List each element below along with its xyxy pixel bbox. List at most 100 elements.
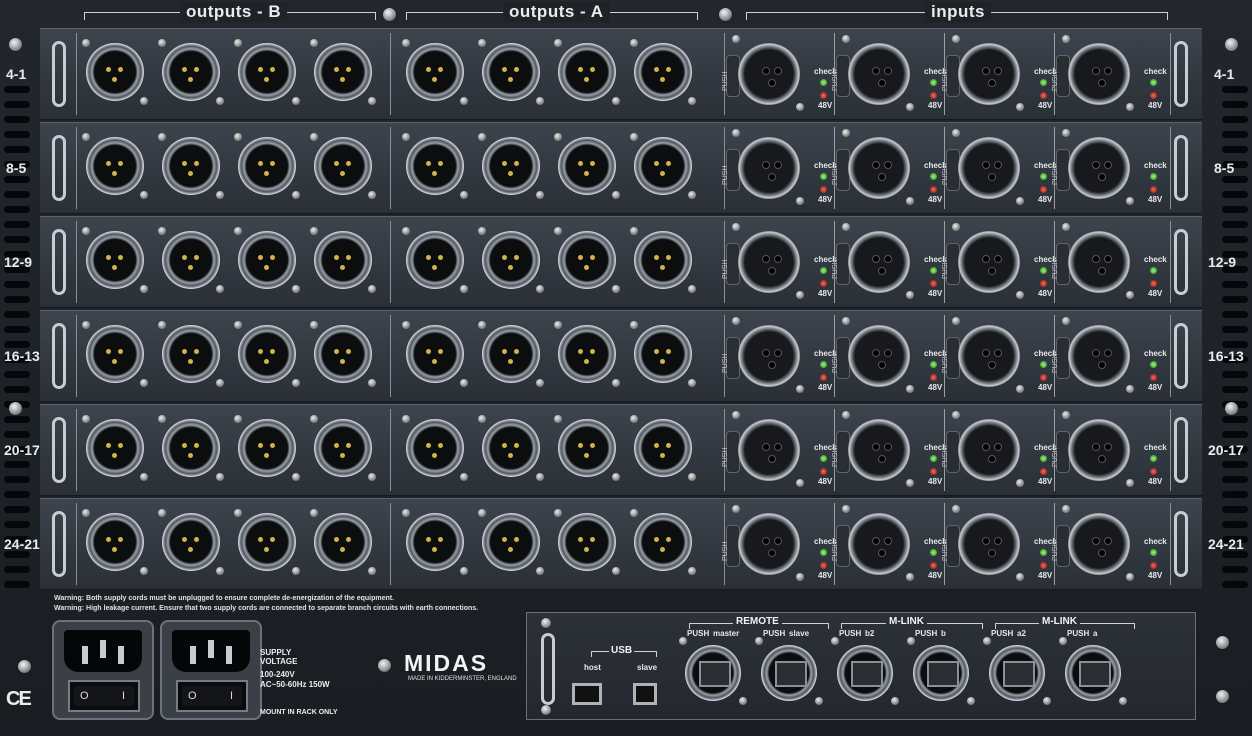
xlr-input[interactable]: PUSH [722,39,800,111]
xlr-output-a[interactable] [552,225,622,295]
xlr-output-b[interactable] [80,413,150,483]
ethercon-port[interactable] [681,641,745,705]
xlr-output-a[interactable] [628,507,698,577]
xlr-input[interactable]: PUSH [1052,227,1130,299]
ethercon-port[interactable] [757,641,821,705]
xlr-output-b[interactable] [232,37,302,107]
xlr-input[interactable]: PUSH [1052,415,1130,487]
xlr-output-b[interactable] [308,507,378,577]
xlr-output-b[interactable] [232,413,302,483]
xlr-output-a[interactable] [552,413,622,483]
xlr-input[interactable]: PUSH [1052,133,1130,205]
xlr-output-b[interactable] [156,225,226,295]
usb-slave-port[interactable] [633,683,657,705]
ethercon-port[interactable] [909,641,973,705]
xlr-input[interactable]: PUSH [832,415,910,487]
xlr-output-a[interactable] [476,225,546,295]
xlr-input[interactable]: PUSH [1052,321,1130,393]
xlr-output-b[interactable] [80,225,150,295]
module-handle-left[interactable] [52,511,66,577]
xlr-pin [584,265,589,270]
xlr-output-a[interactable] [400,413,470,483]
xlr-input[interactable]: PUSH [832,227,910,299]
xlr-output-a[interactable] [628,319,698,389]
module-handle-right[interactable] [1174,323,1188,389]
xlr-output-b[interactable] [232,131,302,201]
xlr-input[interactable]: PUSH [722,321,800,393]
xlr-input[interactable]: PUSH [722,133,800,205]
power-inlet-1[interactable]: O I [52,620,154,720]
xlr-output-a[interactable] [476,319,546,389]
xlr-output-b[interactable] [156,507,226,577]
xlr-output-b[interactable] [232,319,302,389]
xlr-output-a[interactable] [552,131,622,201]
xlr-input[interactable]: PUSH [1052,39,1130,111]
module-handle-left[interactable] [52,323,66,389]
xlr-output-b[interactable] [80,507,150,577]
module-handle-right[interactable] [1174,41,1188,107]
xlr-output-a[interactable] [400,319,470,389]
xlr-input[interactable]: PUSH [942,39,1020,111]
xlr-input[interactable]: PUSH [722,415,800,487]
xlr-output-b[interactable] [156,131,226,201]
xlr-output-b[interactable] [232,507,302,577]
xlr-output-a[interactable] [628,131,698,201]
xlr-output-a[interactable] [552,37,622,107]
xlr-output-a[interactable] [400,131,470,201]
xlr-output-a[interactable] [476,413,546,483]
module-handle-right[interactable] [1174,417,1188,483]
xlr-input[interactable]: PUSH [942,509,1020,581]
module-handle-right[interactable] [1174,135,1188,201]
xlr-output-b[interactable] [308,413,378,483]
xlr-input[interactable]: PUSH [832,133,910,205]
power-switch-1[interactable]: O I [68,680,140,712]
xlr-output-a[interactable] [476,507,546,577]
xlr-output-b[interactable] [308,225,378,295]
xlr-output-a[interactable] [476,131,546,201]
module-handle-right[interactable] [1174,511,1188,577]
signal-led [1150,549,1157,556]
xlr-output-a[interactable] [628,413,698,483]
xlr-output-b[interactable] [308,319,378,389]
xlr-input[interactable]: PUSH [1052,509,1130,581]
xlr-pin [584,77,589,82]
xlr-input[interactable]: PUSH [942,133,1020,205]
xlr-input[interactable]: PUSH [942,227,1020,299]
usb-host-port[interactable] [572,683,602,705]
xlr-output-a[interactable] [628,37,698,107]
module-handle-left[interactable] [52,417,66,483]
xlr-output-a[interactable] [552,507,622,577]
ethercon-port[interactable] [1061,641,1125,705]
xlr-output-b[interactable] [232,225,302,295]
xlr-output-b[interactable] [156,37,226,107]
xlr-input[interactable]: PUSH [832,39,910,111]
xlr-output-b[interactable] [308,37,378,107]
xlr-input[interactable]: PUSH [832,509,910,581]
xlr-output-b[interactable] [156,319,226,389]
xlr-input[interactable]: PUSH [722,509,800,581]
power-inlet-2[interactable]: O I [160,620,262,720]
xlr-output-b[interactable] [156,413,226,483]
ethercon-port[interactable] [833,641,897,705]
xlr-output-a[interactable] [400,37,470,107]
module-handle-right[interactable] [1174,229,1188,295]
module-handle-left[interactable] [52,135,66,201]
xlr-output-b[interactable] [80,319,150,389]
xlr-input[interactable]: PUSH [942,415,1020,487]
ethercon-port[interactable] [985,641,1049,705]
xlr-output-a[interactable] [476,37,546,107]
xlr-input[interactable]: PUSH [832,321,910,393]
xlr-hole [988,361,996,369]
xlr-output-a[interactable] [400,225,470,295]
xlr-input[interactable]: PUSH [722,227,800,299]
module-handle-left[interactable] [52,41,66,107]
xlr-output-a[interactable] [628,225,698,295]
xlr-output-a[interactable] [552,319,622,389]
module-handle-left[interactable] [52,229,66,295]
xlr-output-b[interactable] [308,131,378,201]
xlr-output-b[interactable] [80,37,150,107]
xlr-input[interactable]: PUSH [942,321,1020,393]
xlr-output-b[interactable] [80,131,150,201]
xlr-output-a[interactable] [400,507,470,577]
power-switch-2[interactable]: O I [176,680,248,712]
